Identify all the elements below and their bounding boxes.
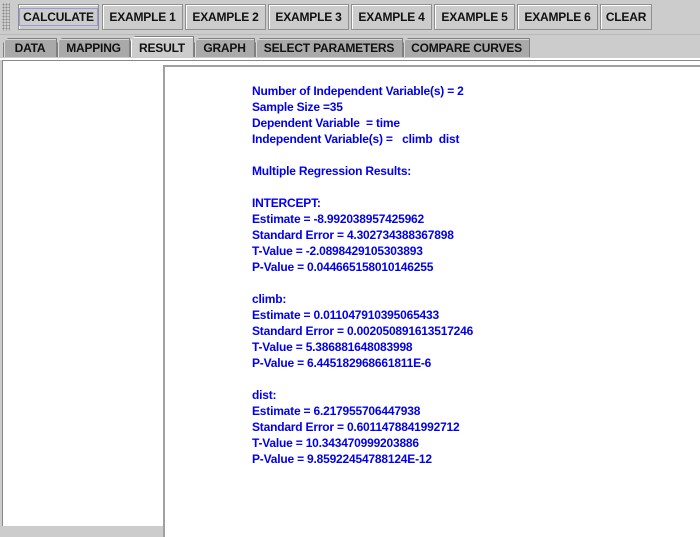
term-p-value: P-Value = 6.445182968661811E-6: [252, 356, 432, 370]
term-name: INTERCEPT:: [252, 196, 321, 210]
calculate-button[interactable]: CALCULATE: [18, 4, 99, 30]
term-estimate: Estimate = -8.992038957425962: [252, 212, 425, 226]
term-t-value: T-Value = -2.0898429105303893: [252, 244, 423, 258]
example-3-button[interactable]: EXAMPLE 3: [268, 4, 349, 30]
independent-variables-line: Independent Variable(s) = climb dist: [252, 132, 460, 146]
term-name: climb:: [252, 292, 287, 306]
tab-graph-label: GRAPH: [203, 41, 246, 55]
num-independent-line: Number of Independent Variable(s) = 2: [252, 84, 464, 98]
tab-result-label: RESULT: [139, 40, 185, 55]
term-estimate: Estimate = 0.011047910395065433: [252, 308, 439, 322]
term-p-value: P-Value = 9.85922454788124E-12: [252, 452, 432, 466]
example-5-label: EXAMPLE 5: [441, 10, 508, 24]
section-title: Multiple Regression Results:: [252, 164, 412, 178]
result-text-area[interactable]: Number of Independent Variable(s) = 2 Sa…: [163, 65, 700, 537]
dependent-variable-line: Dependent Variable = time: [252, 116, 400, 130]
calculate-label: CALCULATE: [19, 8, 98, 26]
example-2-label: EXAMPLE 2: [192, 10, 259, 24]
example-1-label: EXAMPLE 1: [109, 10, 176, 24]
tab-compare-curves[interactable]: COMPARE CURVES: [403, 38, 530, 57]
term-std-error: Standard Error = 4.302734388367898: [252, 228, 454, 242]
term-std-error: Standard Error = 0.002050891613517246: [252, 324, 474, 338]
clear-button[interactable]: CLEAR: [600, 4, 652, 30]
example-6-label: EXAMPLE 6: [524, 10, 591, 24]
example-4-button[interactable]: EXAMPLE 4: [351, 4, 432, 30]
tab-select-parameters[interactable]: SELECT PARAMETERS: [255, 38, 403, 57]
tab-graph[interactable]: GRAPH: [194, 38, 255, 57]
example-4-label: EXAMPLE 4: [358, 10, 425, 24]
tab-result[interactable]: RESULT: [130, 36, 194, 58]
tab-data-label: DATA: [14, 41, 46, 55]
tab-data[interactable]: DATA: [3, 38, 57, 57]
example-2-button[interactable]: EXAMPLE 2: [185, 4, 266, 30]
example-5-button[interactable]: EXAMPLE 5: [434, 4, 515, 30]
term-p-value: P-Value = 0.044665158010146255: [252, 260, 434, 274]
term-name: dist:: [252, 388, 277, 402]
tab-mapping[interactable]: MAPPING: [57, 38, 130, 57]
sample-size-line: Sample Size =35: [252, 100, 343, 114]
clear-label: CLEAR: [605, 10, 647, 24]
tab-compare-curves-label: COMPARE CURVES: [411, 41, 522, 55]
example-6-button[interactable]: EXAMPLE 6: [517, 4, 598, 30]
term-std-error: Standard Error = 0.6011478841992712: [252, 420, 460, 434]
example-3-label: EXAMPLE 3: [275, 10, 342, 24]
regression-output: Number of Independent Variable(s) = 2 Sa…: [252, 83, 473, 467]
result-tab-content: Number of Independent Variable(s) = 2 Sa…: [2, 60, 700, 537]
term-t-value: T-Value = 5.386881648083998: [252, 340, 413, 354]
toolbar: CALCULATE EXAMPLE 1 EXAMPLE 2 EXAMPLE 3 …: [0, 0, 700, 35]
tab-mapping-label: MAPPING: [66, 41, 121, 55]
example-1-button[interactable]: EXAMPLE 1: [102, 4, 183, 30]
term-estimate: Estimate = 6.217955706447938: [252, 404, 421, 418]
term-t-value: T-Value = 10.343470999203886: [252, 436, 419, 450]
tab-select-parameters-label: SELECT PARAMETERS: [263, 41, 395, 55]
toolbar-grip-handle[interactable]: [2, 3, 10, 31]
tab-bar: DATA MAPPING RESULT GRAPH SELECT PARAMET…: [0, 35, 700, 58]
